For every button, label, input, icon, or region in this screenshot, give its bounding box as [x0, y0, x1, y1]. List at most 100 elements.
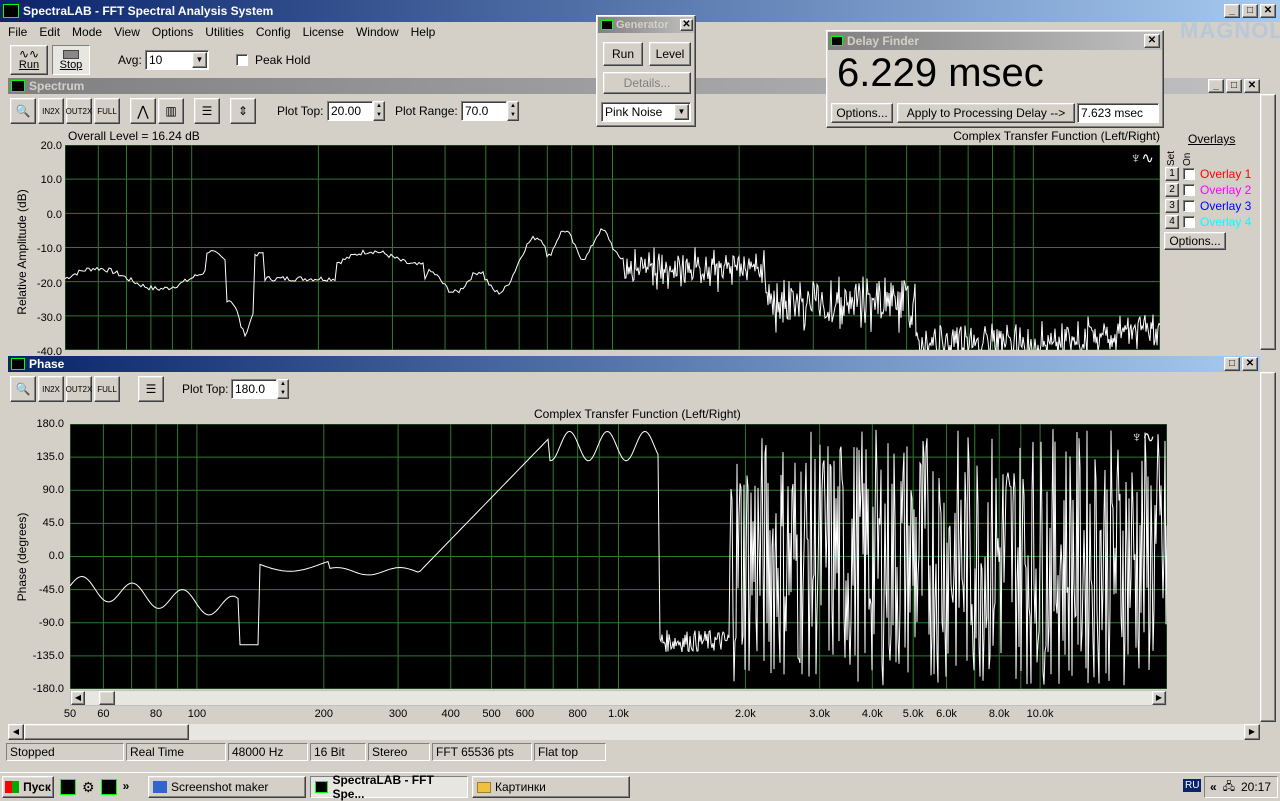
window-controls: _ □ ✕: [1222, 4, 1276, 18]
peak-hold-checkbox[interactable]: [236, 54, 248, 66]
spectrum-plot[interactable]: ♆∿: [65, 145, 1160, 350]
generator-details-button[interactable]: Details...: [603, 72, 691, 94]
line-plot-icon[interactable]: ⋀: [130, 98, 156, 124]
generator-chevron-down-icon[interactable]: ▼: [674, 104, 689, 120]
taskbar-item-pictures[interactable]: Картинки: [472, 776, 630, 798]
phase-scope-icon[interactable]: ♆∿: [1131, 428, 1155, 446]
generator-close-icon[interactable]: ✕: [680, 19, 693, 31]
menu-config[interactable]: Config: [250, 22, 297, 42]
y-tick-label: -10.0: [36, 243, 62, 256]
scroll-left-icon[interactable]: ◀: [71, 691, 85, 705]
menu-license[interactable]: License: [297, 22, 350, 42]
overlay-checkbox[interactable]: [1183, 168, 1195, 180]
run-button[interactable]: ∿∿ Run: [10, 45, 48, 75]
minimize-icon[interactable]: _: [1224, 4, 1240, 18]
processing-delay-field[interactable]: 7.623 msec: [1077, 103, 1159, 123]
spectrum-close-icon[interactable]: ✕: [1244, 79, 1260, 93]
overlay-set-button[interactable]: 1: [1165, 167, 1179, 181]
zoom-icon[interactable]: 🔍: [10, 98, 36, 124]
menu-window[interactable]: Window: [350, 22, 405, 42]
overlay-checkbox[interactable]: [1183, 216, 1195, 228]
menu-edit[interactable]: Edit: [33, 22, 66, 42]
menu-bar: File Edit Mode View Options Utilities Config Li…: [2, 22, 441, 42]
plot-range-input[interactable]: 70.0: [461, 101, 507, 121]
window-scroll-thumb[interactable]: [24, 724, 189, 740]
phase-close-icon[interactable]: ✕: [1242, 357, 1258, 371]
delay-options-button[interactable]: Options...: [831, 103, 893, 123]
scroll-thumb[interactable]: [99, 691, 115, 705]
bar-plot-icon[interactable]: ▥: [158, 98, 184, 124]
phase-plot[interactable]: ♆∿: [70, 424, 1167, 689]
zoom-out-full-icon[interactable]: FULL: [94, 98, 120, 124]
tray-expand-icon[interactable]: «: [1210, 780, 1217, 794]
overlay-row-3: 3 Overlay 3: [1165, 198, 1251, 214]
y-tick-label: 0.0: [48, 550, 64, 563]
phase-zoom-out-full-icon[interactable]: FULL: [94, 376, 120, 402]
status-field: Real Time: [126, 743, 226, 761]
window-hscrollbar[interactable]: ◀ ▶: [8, 724, 1260, 740]
overlay-row-2: 2 Overlay 2: [1165, 182, 1251, 198]
apply-delay-button[interactable]: Apply to Processing Delay -->: [897, 103, 1075, 123]
phase-list-view-icon[interactable]: ☰: [138, 376, 164, 402]
overlay-set-button[interactable]: 3: [1165, 199, 1179, 213]
menu-mode[interactable]: Mode: [66, 22, 108, 42]
overlay-checkbox[interactable]: [1183, 184, 1195, 196]
monitor-launch-icon[interactable]: [100, 779, 117, 795]
overlay-checkbox[interactable]: [1183, 200, 1195, 212]
spectrum-plot-top-input[interactable]: 20.00: [327, 101, 373, 121]
spectrum-minimize-icon[interactable]: _: [1208, 79, 1224, 93]
start-button[interactable]: Пуск: [2, 776, 54, 798]
spectrum-vertical-scrollbar[interactable]: [1260, 94, 1276, 350]
phase-zoom-out-2x-icon[interactable]: OUT2X: [66, 376, 92, 402]
phase-plot-top-spinner[interactable]: ▲ ▼: [277, 379, 289, 399]
more-launch-icon[interactable]: »: [123, 779, 130, 796]
overlay-set-button[interactable]: 2: [1165, 183, 1179, 197]
generator-run-button[interactable]: Run: [603, 42, 643, 66]
chevron-down-icon[interactable]: ▼: [192, 52, 207, 68]
window-scroll-left-icon[interactable]: ◀: [8, 724, 24, 740]
generator-signal-select[interactable]: Pink Noise ▼: [601, 102, 691, 122]
frequency-scrollbar[interactable]: ◀ ▶: [70, 690, 1167, 706]
taskbar-item-spectralab[interactable]: SpectraLAB - FFT Spe...: [310, 773, 468, 801]
overlay-label: Overlay 4: [1200, 215, 1252, 229]
network-tray-icon[interactable]: 🖧: [1223, 778, 1235, 797]
menu-utilities[interactable]: Utilities: [199, 22, 250, 42]
list-view-icon[interactable]: ☰: [194, 98, 220, 124]
windows-logo-icon: [5, 781, 20, 793]
overlay-options-button[interactable]: Options...: [1164, 232, 1226, 250]
spectralab-launch-icon[interactable]: [60, 779, 76, 795]
close-icon[interactable]: ✕: [1260, 4, 1276, 18]
y-tick-label: 45.0: [42, 517, 64, 530]
avg-select[interactable]: 10 ▼: [145, 50, 209, 70]
status-field: Stereo: [368, 743, 430, 761]
stop-button[interactable]: Stop: [52, 45, 90, 75]
taskbar-item-screenshot[interactable]: Screenshot maker: [148, 776, 306, 798]
generator-level-button[interactable]: Level: [649, 42, 691, 66]
spectrum-plot-top-spinner[interactable]: ▲ ▼: [373, 101, 385, 121]
scroll-right-icon[interactable]: ▶: [1152, 691, 1166, 705]
phase-zoom-icon[interactable]: 🔍: [10, 376, 36, 402]
window-scroll-right-icon[interactable]: ▶: [1244, 724, 1260, 740]
menu-options[interactable]: Options: [146, 22, 199, 42]
phase-zoom-in-2x-icon[interactable]: IN2X: [38, 376, 64, 402]
overlay-set-button[interactable]: 4: [1165, 215, 1179, 229]
language-indicator[interactable]: RU: [1183, 779, 1202, 792]
maximize-icon[interactable]: □: [1242, 4, 1258, 18]
menu-help[interactable]: Help: [405, 22, 442, 42]
phase-maximize-icon[interactable]: □: [1224, 357, 1240, 371]
menu-view[interactable]: View: [108, 22, 146, 42]
zoom-out-2x-icon[interactable]: OUT2X: [66, 98, 92, 124]
zoom-in-2x-icon[interactable]: IN2X: [38, 98, 64, 124]
x-tick-label: 400: [441, 708, 460, 720]
plot-range-spinner[interactable]: ▲ ▼: [507, 101, 519, 121]
menu-file[interactable]: File: [2, 22, 33, 42]
frequency-axis: 50 60 80 100 200 300 400 500 600 800 1.0k 2.0k 3.0k 4…: [64, 708, 1167, 724]
y-tick-label: 10.0: [40, 174, 62, 187]
gear-launch-icon[interactable]: ⚙: [82, 779, 95, 796]
spectrum-scope-icon[interactable]: ♆∿: [1130, 149, 1154, 167]
spectrum-maximize-icon[interactable]: □: [1226, 79, 1242, 93]
phase-vertical-scrollbar[interactable]: [1260, 372, 1276, 722]
phase-plot-top-input[interactable]: 180.0: [231, 379, 277, 399]
delay-finder-close-icon[interactable]: ✕: [1144, 34, 1160, 48]
scale-icon[interactable]: ⇕: [230, 98, 256, 124]
